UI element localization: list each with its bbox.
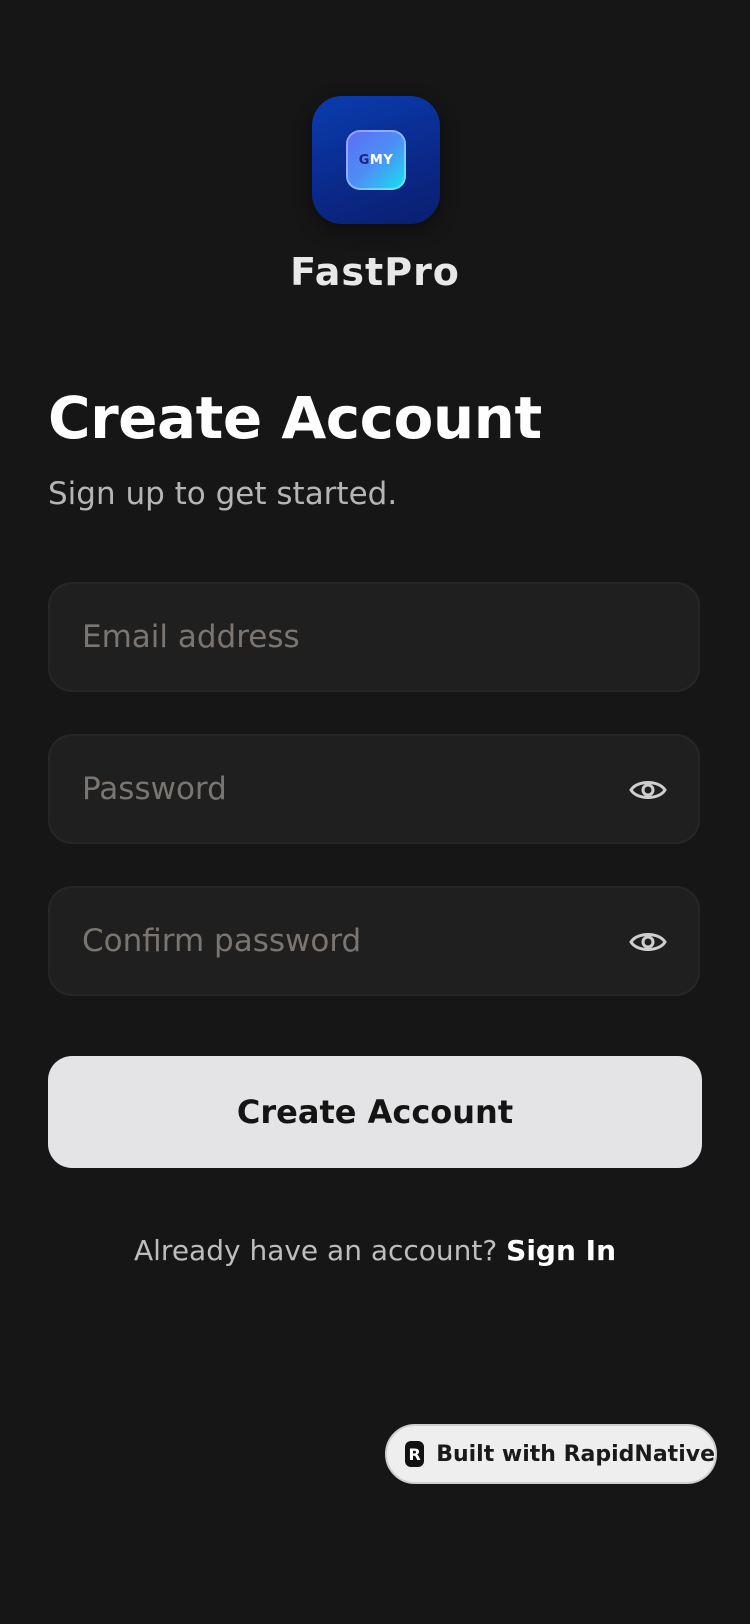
confirm-password-field-container: [48, 886, 700, 996]
signup-screen: G MY FastPro Create Account Sign up to ge…: [0, 0, 750, 1624]
eye-icon[interactable]: [628, 922, 668, 962]
app-name: FastPro: [290, 250, 460, 294]
confirm-password-input[interactable]: [82, 888, 602, 994]
badge-label: Built with RapidNative: [436, 1441, 715, 1467]
password-input[interactable]: [82, 736, 602, 842]
sign-in-link[interactable]: Sign In: [506, 1234, 616, 1267]
signin-prompt: Already have an account? Sign In: [0, 1234, 750, 1267]
app-logo: G MY: [312, 96, 440, 224]
logo-letters-my: MY: [369, 152, 394, 168]
page-title: Create Account: [48, 384, 542, 452]
logo-letter-g: G: [358, 152, 370, 168]
password-field-container: [48, 734, 700, 844]
signin-prompt-text: Already have an account?: [133, 1234, 498, 1267]
create-account-button[interactable]: Create Account: [48, 1056, 702, 1168]
built-with-badge[interactable]: R Built with RapidNative: [385, 1424, 717, 1484]
app-logo-mark: G MY: [346, 130, 406, 190]
eye-icon[interactable]: [628, 770, 668, 810]
rapidnative-logo-icon: R: [405, 1441, 425, 1467]
email-field-container: [48, 582, 700, 692]
email-input[interactable]: [82, 584, 602, 690]
page-subtitle: Sign up to get started.: [48, 476, 398, 512]
